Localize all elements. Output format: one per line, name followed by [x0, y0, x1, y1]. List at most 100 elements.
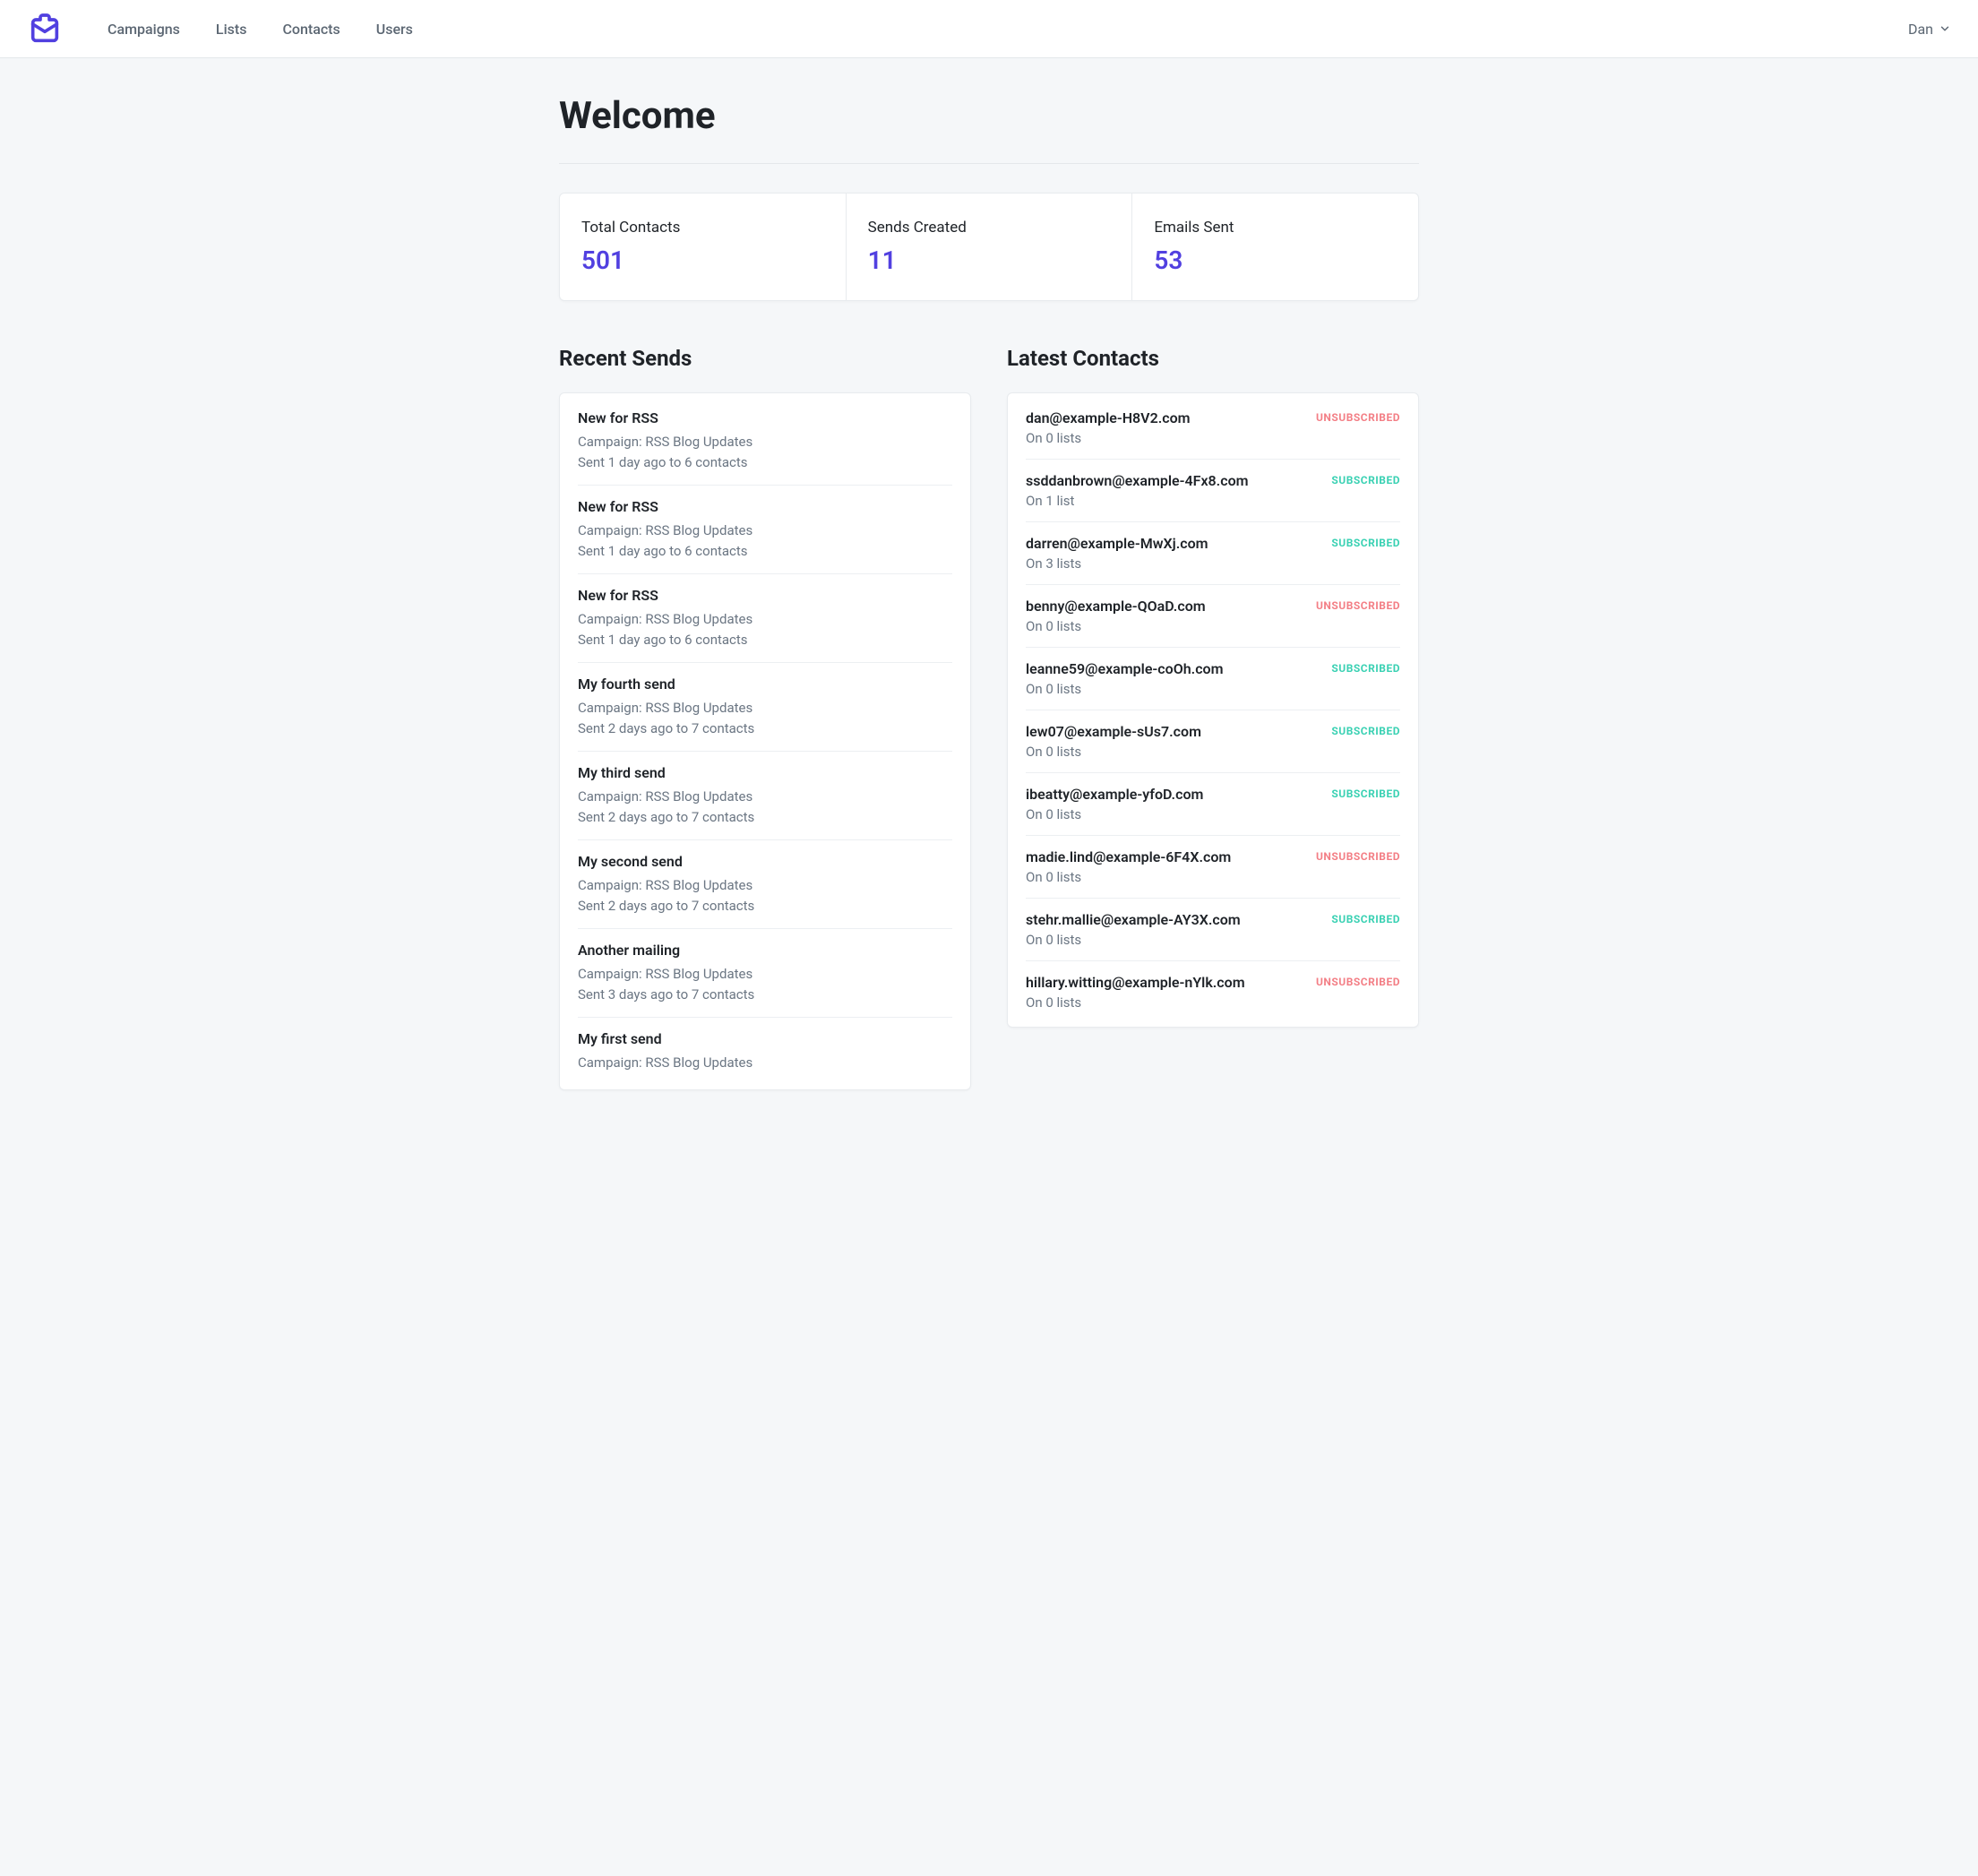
stat-sends-created: Sends Created 11 [847, 194, 1133, 300]
contact-row[interactable]: stehr.mallie@example-AY3X.com On 0 lists S… [1026, 899, 1400, 961]
send-campaign: Campaign: RSS Blog Updates [578, 698, 952, 719]
contact-lists: On 0 lists [1026, 430, 1191, 446]
send-campaign: Campaign: RSS Blog Updates [578, 609, 952, 630]
contact-row[interactable]: ibeatty@example-yfoD.com On 0 lists SUBSCR… [1026, 773, 1400, 836]
nav-contacts[interactable]: Contacts [282, 21, 340, 38]
status-subscribed-badge: SUBSCRIBED [1331, 911, 1400, 925]
contact-info: madie.lind@example-6F4X.com On 0 lists [1026, 848, 1231, 885]
status-subscribed-badge: SUBSCRIBED [1331, 723, 1400, 737]
stat-total-contacts: Total Contacts 501 [560, 194, 847, 300]
contact-info: ssddanbrown@example-4Fx8.comOn 1 list [1026, 472, 1249, 509]
contact-email: stehr.mallie@example-AY3X.com [1026, 911, 1241, 928]
nav-users[interactable]: Users [376, 21, 413, 38]
contact-email: lew07@example-sUs7.com [1026, 723, 1201, 740]
contact-lists: On 0 lists [1026, 681, 1224, 697]
contact-row[interactable]: dan@example-H8V2.com On 0 lists UNSUBSCRIB… [1026, 397, 1400, 460]
contact-lists: On 0 lists [1026, 744, 1201, 760]
user-menu[interactable]: Dan [1908, 21, 1951, 38]
send-campaign: Campaign: RSS Blog Updates [578, 432, 952, 452]
contact-email: leanne59@example-coOh.com [1026, 660, 1224, 677]
contact-lists: On 1 list [1026, 493, 1249, 509]
send-name: New for RSS [578, 587, 952, 604]
contact-info: benny@example-QOaD.comOn 0 lists [1026, 598, 1206, 634]
contact-row[interactable]: lew07@example-sUs7.com On 0 lists SUBSCRIB… [1026, 710, 1400, 773]
contact-email: darren@example-MwXj.com [1026, 535, 1208, 552]
send-row[interactable]: My first send Campaign: RSS Blog Updates [578, 1018, 952, 1086]
status-unsubscribed-badge: UNSUBSCRIBED [1316, 974, 1400, 988]
contact-lists: On 0 lists [1026, 932, 1241, 948]
send-row[interactable]: Another mailing Campaign: RSS Blog Update… [578, 929, 952, 1018]
send-name: My first send [578, 1030, 952, 1047]
latest-contacts-card: dan@example-H8V2.com On 0 lists UNSUBSCRIB… [1007, 392, 1419, 1028]
status-unsubscribed-badge: UNSUBSCRIBED [1316, 848, 1400, 863]
main-content: Welcome Total Contacts 501 Sends Created… [541, 58, 1437, 1126]
stat-value: 53 [1154, 245, 1397, 275]
stat-label: Total Contacts [581, 219, 824, 237]
send-meta: Sent 1 day ago to 6 contacts [578, 452, 952, 473]
send-meta: Sent 2 days ago to 7 contacts [578, 719, 952, 739]
contact-lists: On 0 lists [1026, 806, 1203, 822]
send-name: Another mailing [578, 942, 952, 959]
contact-email: dan@example-H8V2.com [1026, 409, 1191, 426]
nav-lists[interactable]: Lists [216, 21, 247, 38]
stat-label: Sends Created [868, 219, 1111, 237]
topbar: Campaigns Lists Contacts Users Dan [0, 0, 1978, 58]
status-unsubscribed-badge: UNSUBSCRIBED [1316, 598, 1400, 612]
contact-info: leanne59@example-coOh.com On 0 lists [1026, 660, 1224, 697]
user-name: Dan [1908, 21, 1933, 38]
stats-card: Total Contacts 501 Sends Created 11 Emai… [559, 193, 1419, 301]
contact-info: dan@example-H8V2.com On 0 lists [1026, 409, 1191, 446]
send-campaign: Campaign: RSS Blog Updates [578, 875, 952, 896]
latest-contacts-title: Latest Contacts [1007, 346, 1419, 371]
contact-lists: On 0 lists [1026, 869, 1231, 885]
send-row[interactable]: My fourth sendCampaign: RSS Blog Updates… [578, 663, 952, 752]
contact-lists: On 0 lists [1026, 994, 1245, 1011]
status-subscribed-badge: SUBSCRIBED [1331, 472, 1400, 486]
send-campaign: Campaign: RSS Blog Updates [578, 787, 952, 807]
contact-lists: On 3 lists [1026, 555, 1208, 572]
status-unsubscribed-badge: UNSUBSCRIBED [1316, 409, 1400, 424]
send-meta: Sent 2 days ago to 7 contacts [578, 807, 952, 828]
send-meta: Sent 1 day ago to 6 contacts [578, 630, 952, 650]
send-campaign: Campaign: RSS Blog Updates [578, 1053, 952, 1073]
contact-row[interactable]: darren@example-MwXj.com On 3 lists SUBSCRI… [1026, 522, 1400, 585]
recent-sends-col: Recent Sends New for RSS Campaign: RSS Bl… [559, 346, 971, 1090]
contact-row[interactable]: hillary.witting@example-nYlk.com On 0 lis… [1026, 961, 1400, 1023]
recent-sends-title: Recent Sends [559, 346, 971, 371]
send-campaign: Campaign: RSS Blog Updates [578, 521, 952, 541]
send-meta: Sent 1 day ago to 6 contacts [578, 541, 952, 562]
contact-row[interactable]: leanne59@example-coOh.com On 0 lists SUBSC… [1026, 648, 1400, 710]
recent-sends-card: New for RSSCampaign: RSS Blog UpdatesSen… [559, 392, 971, 1090]
stat-emails-sent: Emails Sent 53 [1132, 194, 1418, 300]
nav-campaigns[interactable]: Campaigns [108, 21, 180, 38]
contact-email: madie.lind@example-6F4X.com [1026, 848, 1231, 865]
contact-info: stehr.mallie@example-AY3X.com On 0 lists [1026, 911, 1241, 948]
contact-email: hillary.witting@example-nYlk.com [1026, 974, 1245, 991]
contact-email: ibeatty@example-yfoD.com [1026, 786, 1203, 803]
send-campaign: Campaign: RSS Blog Updates [578, 964, 952, 985]
send-name: My third send [578, 764, 952, 781]
send-name: New for RSS [578, 409, 952, 426]
send-meta: Sent 3 days ago to 7 contacts [578, 985, 952, 1005]
stat-value: 11 [868, 245, 1111, 275]
send-name: My second send [578, 853, 952, 870]
send-name: New for RSS [578, 498, 952, 515]
logo[interactable] [27, 11, 63, 47]
contact-row[interactable]: benny@example-QOaD.comOn 0 lists UNSUBSCR… [1026, 585, 1400, 648]
contact-lists: On 0 lists [1026, 618, 1206, 634]
status-subscribed-badge: SUBSCRIBED [1331, 535, 1400, 549]
status-subscribed-badge: SUBSCRIBED [1331, 660, 1400, 675]
send-row[interactable]: New for RSS Campaign: RSS Blog UpdatesSen… [578, 574, 952, 663]
contact-info: ibeatty@example-yfoD.com On 0 lists [1026, 786, 1203, 822]
status-subscribed-badge: SUBSCRIBED [1331, 786, 1400, 800]
contact-row[interactable]: ssddanbrown@example-4Fx8.comOn 1 list SUB… [1026, 460, 1400, 522]
contact-info: hillary.witting@example-nYlk.com On 0 lis… [1026, 974, 1245, 1011]
send-row[interactable]: My third send Campaign: RSS Blog UpdatesS… [578, 752, 952, 840]
stat-value: 501 [581, 245, 824, 275]
send-row[interactable]: New for RSS Campaign: RSS Blog UpdatesSen… [578, 397, 952, 486]
send-row[interactable]: My second send Campaign: RSS Blog Updates… [578, 840, 952, 929]
send-row[interactable]: New for RSS Campaign: RSS Blog UpdatesSen… [578, 486, 952, 574]
contact-row[interactable]: madie.lind@example-6F4X.com On 0 lists UNS… [1026, 836, 1400, 899]
latest-contacts-col: Latest Contacts dan@example-H8V2.com On 0… [1007, 346, 1419, 1090]
main-nav: Campaigns Lists Contacts Users [108, 21, 1908, 38]
